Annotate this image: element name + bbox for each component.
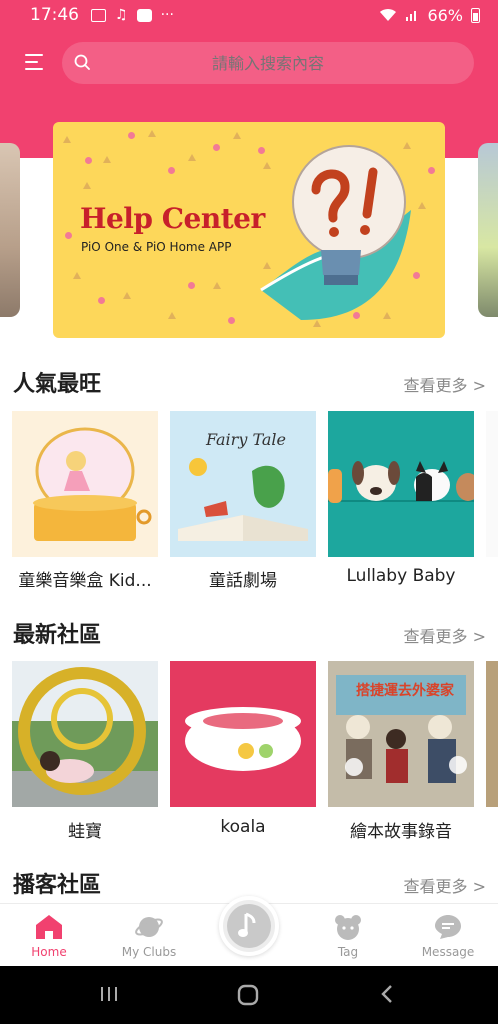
card-label-fairy-tale: 童話劇場 [209,571,277,591]
card-label-music-box: 童樂音樂盒 Kid... [18,571,152,591]
music-note-icon [227,904,271,948]
nav-message[interactable]: Message [403,904,493,967]
section-title-popular: 人氣最旺 [13,372,102,397]
card-label-frog-baby: 蛙寶 [68,822,102,842]
section-title-podcast: 播客社區 [13,873,102,898]
fairy-tale-card[interactable]: Fairy Tale [170,411,316,557]
book-cover-photo: 搭捷運去外婆家 [328,661,474,807]
lullaby-baby-card[interactable] [328,411,474,557]
dogs-illustration [328,461,474,503]
more-notifications: ··· [160,7,174,23]
status-bar: 17:46 ♫ ··· 66% [0,0,498,30]
search-bar[interactable] [62,42,474,84]
help-center-banner[interactable]: Help Center PiO One & PiO Home APP [53,122,445,338]
menu-icon[interactable] [25,54,45,72]
peek-card[interactable] [486,411,498,557]
card-label-lullaby: Lullaby Baby [346,566,456,586]
card-label-picture-book: 繪本故事錄音 [350,822,452,842]
banner-subtitle: PiO One & PiO Home APP [81,240,232,254]
signal-icon [406,11,417,21]
planet-icon [135,917,163,937]
nav-tag[interactable]: Tag [303,904,393,967]
see-more-podcast[interactable]: 查看更多 > [404,873,487,897]
nav-home-label: Home [31,945,67,959]
music-box-card[interactable] [12,411,158,557]
music-player-button[interactable] [219,896,279,956]
music-box-illustration [33,427,152,541]
back-icon[interactable] [378,984,396,1004]
battery-icon [471,7,480,23]
frog-baby-card[interactable] [12,661,158,807]
fairy-tale-title: Fairy Tale [205,430,286,449]
nav-message-label: Message [421,945,475,959]
chat-icon [435,915,461,939]
fairy-tale-illustration: Fairy Tale [178,430,308,541]
lightbulb-illustration [260,145,411,320]
book-title: 搭捷運去外婆家 [356,682,455,699]
peek-card-2[interactable] [486,661,498,807]
card-label-koala: koala [220,817,266,837]
gallery-icon [91,8,106,22]
status-time: 17:46 [30,5,79,25]
youtube-icon [136,8,152,22]
playground-photo [12,661,158,807]
section-title-newest: 最新社區 [13,623,102,648]
banner-prev-peek[interactable] [0,143,20,317]
bear-icon [335,915,361,940]
nav-my-clubs-label: My Clubs [121,945,177,959]
home-icon [36,915,62,939]
nav-home[interactable]: Home [4,904,94,967]
recent-apps-icon[interactable] [99,984,119,1004]
nav-my-clubs[interactable]: My Clubs [104,904,194,967]
nav-tag-label: Tag [337,945,359,959]
wifi-icon [380,8,397,21]
speaker-illustration [185,707,301,771]
search-input[interactable] [62,53,474,73]
search-icon [74,54,90,70]
system-nav-bar [0,966,498,1024]
banner-title: Help Center [80,202,265,235]
see-more-popular[interactable]: 查看更多 > [404,372,487,396]
picture-book-card[interactable]: 搭捷運去外婆家 [328,661,474,807]
music-icon: ♫ [115,7,128,23]
home-button-icon[interactable] [237,984,259,1006]
notification-icons: ♫ ··· [91,7,174,23]
battery-percent: 66% [427,5,463,25]
koala-card[interactable] [170,661,316,807]
banner-next-peek[interactable] [478,143,498,317]
see-more-newest[interactable]: 查看更多 > [404,623,487,647]
